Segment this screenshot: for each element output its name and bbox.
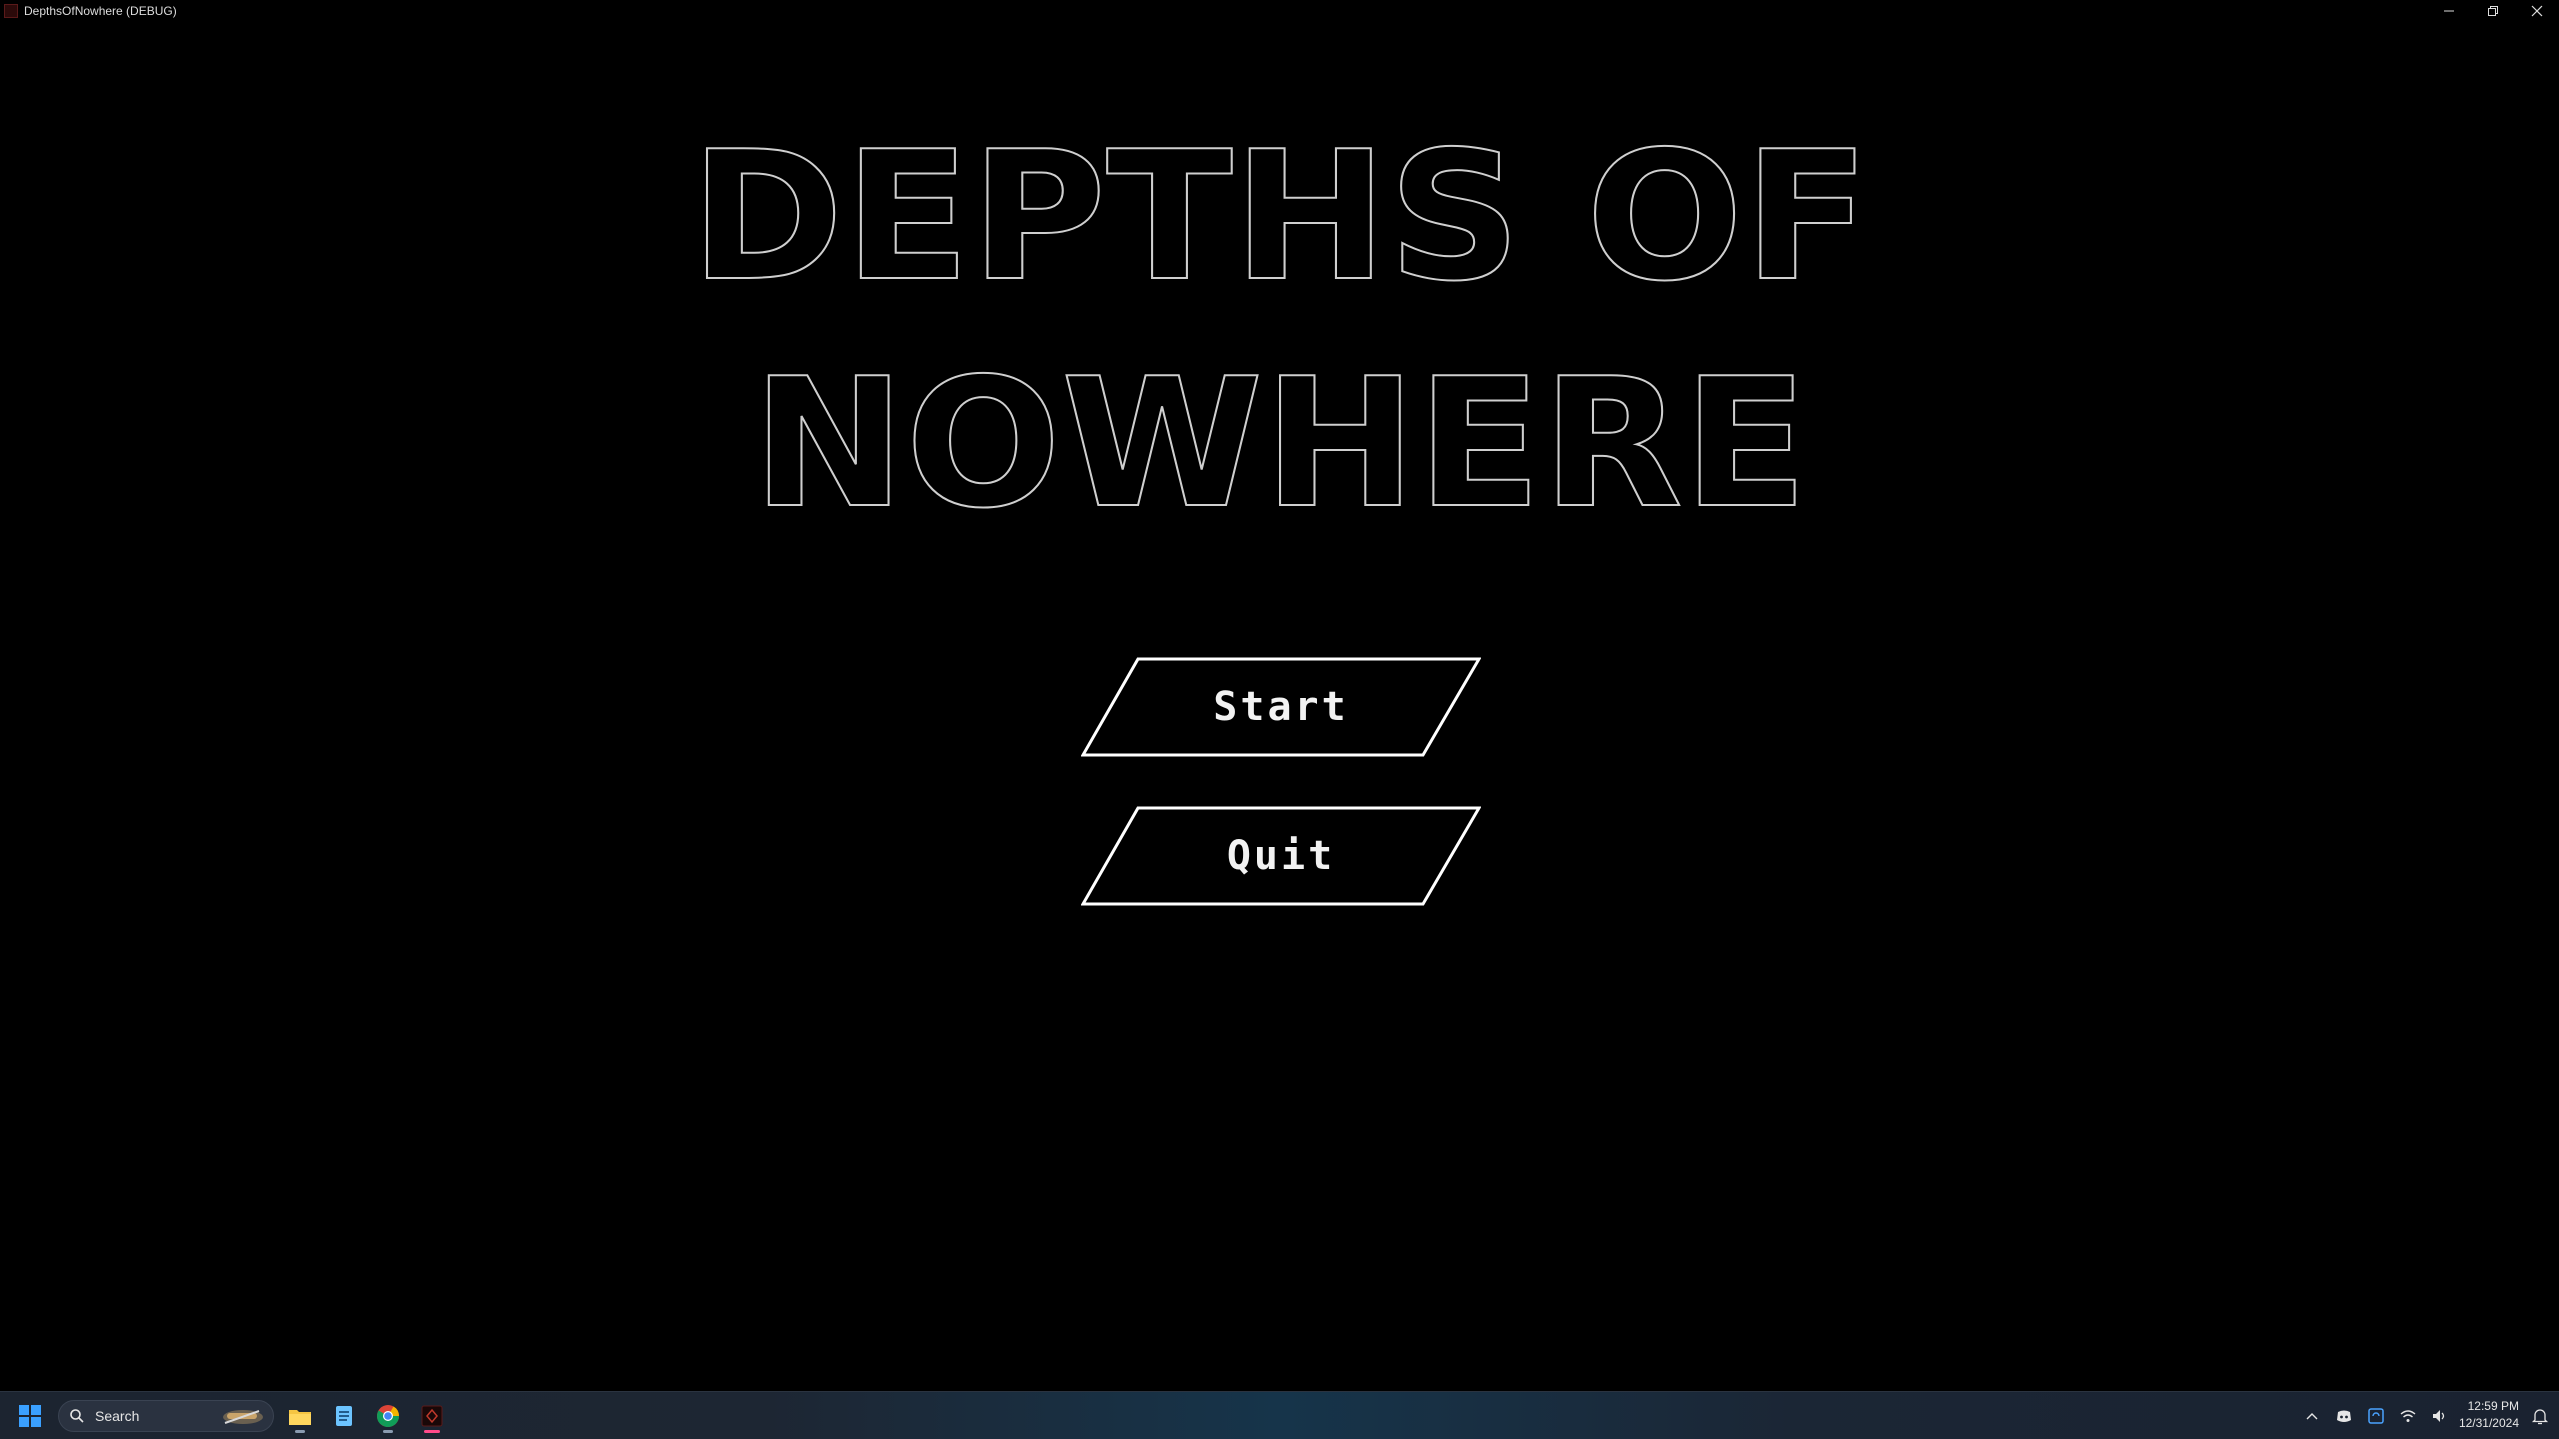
sync-icon <box>2368 1407 2384 1424</box>
wifi-icon <box>2400 1409 2416 1422</box>
chrome-icon <box>377 1405 399 1427</box>
file-explorer-taskbar-button[interactable] <box>282 1398 318 1434</box>
clock-time: 12:59 PM <box>2467 1399 2519 1413</box>
discord-tray-button[interactable] <box>2336 1408 2352 1424</box>
quit-button-label: Quit <box>1226 833 1336 879</box>
notepad-taskbar-button[interactable] <box>326 1398 362 1434</box>
start-menu-button[interactable] <box>18 1404 42 1428</box>
quit-button[interactable]: Quit <box>1081 806 1481 906</box>
sync-tray-button[interactable] <box>2368 1407 2384 1424</box>
game-window: DepthsOfNowhere (DEBUG) DEPTHS OF NOWHER… <box>0 0 2559 1439</box>
taskbar-clock[interactable]: 12:59 PM 12/31/2024 <box>2459 1398 2519 1432</box>
system-tray <box>2296 1392 2456 1439</box>
search-icon <box>70 1409 84 1423</box>
active-indicator <box>424 1430 440 1433</box>
game-title-line-2: NOWHERE <box>752 340 1808 547</box>
running-indicator <box>295 1430 305 1433</box>
bell-icon <box>2531 1409 2549 1425</box>
search-placeholder: Search <box>95 1408 140 1424</box>
chrome-taskbar-button[interactable] <box>370 1398 406 1434</box>
windows-logo-icon <box>19 1405 41 1427</box>
search-highlight-icon <box>223 1410 263 1424</box>
game-title-line-1: DEPTHS OF <box>690 113 1870 320</box>
chevron-up-icon <box>2306 1412 2318 1419</box>
taskbar: Search 12:59 PM 12/31/2024 <box>0 1391 2559 1439</box>
depths-of-nowhere-taskbar-button[interactable] <box>414 1398 450 1434</box>
notifications-button[interactable] <box>2531 1407 2549 1425</box>
taskbar-search[interactable]: Search <box>58 1400 274 1432</box>
start-button[interactable]: Start <box>1081 657 1481 757</box>
wifi-tray-button[interactable] <box>2400 1408 2416 1424</box>
speaker-icon <box>2433 1409 2445 1422</box>
folder-icon <box>289 1410 311 1425</box>
start-button-label: Start <box>1213 684 1349 730</box>
show-hidden-icons-button[interactable] <box>2304 1408 2320 1424</box>
clock-date: 12/31/2024 <box>2458 1416 2519 1430</box>
notepad-icon <box>336 1406 352 1426</box>
game-title: DEPTHS OF NOWHERE <box>0 0 2559 600</box>
volume-tray-button[interactable] <box>2432 1408 2448 1424</box>
running-indicator <box>383 1430 393 1433</box>
discord-icon <box>2337 1410 2351 1422</box>
game-app-icon <box>421 1405 443 1427</box>
